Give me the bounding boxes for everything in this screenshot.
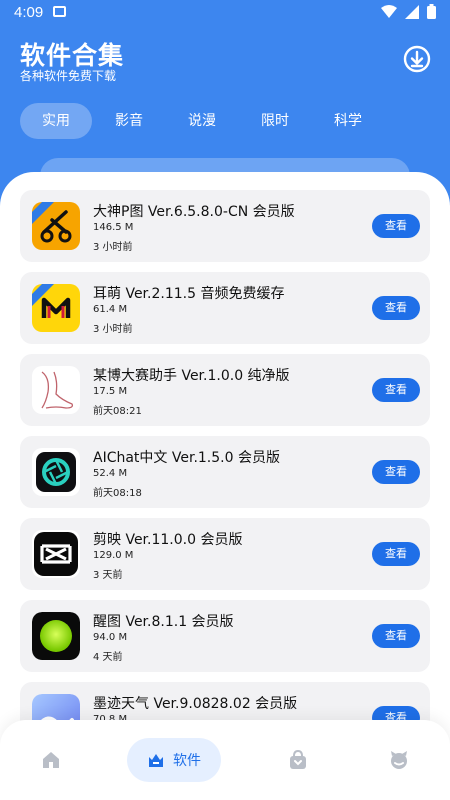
list-item[interactable]: AIChat中文 Ver.1.5.0 会员版 52.4 M 前天08:18 查看 [20,436,430,508]
aperture-icon [32,448,80,496]
status-icons [381,4,436,19]
app-name: 大神P图 Ver.6.5.8.0-CN 会员版 [93,204,295,220]
download-icon[interactable] [402,44,432,74]
view-button[interactable]: 查看 [372,460,420,484]
list-item[interactable]: 耳萌 Ver.2.11.5 音频免费缓存 61.4 M 3 小时前 查看 [20,272,430,344]
view-button[interactable]: 查看 [372,296,420,320]
list-item[interactable]: 醒图 Ver.8.1.1 会员版 94.0 M 4 天前 查看 [20,600,430,672]
app-subtitle: 各种软件免费下载 [20,69,117,83]
app-updated-time: 前天08:21 [93,406,142,417]
app-name: 耳萌 Ver.2.11.5 音频免费缓存 [93,286,285,302]
category-tabs: 实用 影音 说漫 限时 科学 [20,103,385,139]
capcut-icon [32,530,80,578]
tab-media[interactable]: 影音 [93,103,165,139]
tab-comics[interactable]: 说漫 [166,103,238,139]
app-size: 17.5 M [93,386,128,397]
app-list: 大神P图 Ver.6.5.8.0-CN 会员版 146.5 M 3 小时前 查看… [20,190,430,764]
app-name: 墨迹天气 Ver.9.0828.02 会员版 [93,696,298,712]
nav-software[interactable]: 软件 [127,738,221,782]
profile-icon [391,751,407,769]
list-item[interactable]: 大神P图 Ver.6.5.8.0-CN 会员版 146.5 M 3 小时前 查看 [20,190,430,262]
app-size: 94.0 M [93,632,128,643]
list-item[interactable]: 某博大赛助手 Ver.1.0.0 纯净版 17.5 M 前天08:21 查看 [20,354,430,426]
list-item[interactable]: 剪映 Ver.11.0.0 会员版 129.0 M 3 天前 查看 [20,518,430,590]
tab-limited[interactable]: 限时 [239,103,311,139]
app-size: 146.5 M [93,222,134,233]
nav-profile[interactable] [386,738,412,782]
app-name: 剪映 Ver.11.0.0 会员版 [93,532,243,548]
bag-icon [290,750,306,769]
gallery-notification-icon [53,6,66,17]
view-button[interactable]: 查看 [372,542,420,566]
wifi-icon [381,4,397,18]
app-updated-time: 前天08:18 [93,488,142,499]
tab-practical[interactable]: 实用 [20,103,92,139]
view-button[interactable]: 查看 [372,214,420,238]
crown-box-icon [149,754,163,767]
app-size: 129.0 M [93,550,134,561]
nav-software-label: 软件 [173,753,201,769]
view-button[interactable]: 查看 [372,378,420,402]
content-panel: 大神P图 Ver.6.5.8.0-CN 会员版 146.5 M 3 小时前 查看… [0,172,450,800]
app-size: 52.4 M [93,468,128,479]
app-name: AIChat中文 Ver.1.5.0 会员版 [93,450,280,466]
nav-bag[interactable] [285,738,311,782]
app-name: 某博大赛助手 Ver.1.0.0 纯净版 [93,368,290,384]
nav-home[interactable] [38,738,64,782]
battery-icon [427,4,436,19]
status-bar: 4:09 [0,0,450,26]
app-updated-time: 4 天前 [93,652,123,663]
signal-icon [405,4,419,19]
status-time: 4:09 [14,4,44,21]
scissors-icon [32,202,80,250]
app-updated-time: 3 天前 [93,570,123,581]
home-icon [43,752,59,768]
app-name: 醒图 Ver.8.1.1 会员版 [93,614,234,630]
app-size: 61.4 M [93,304,128,315]
tab-science[interactable]: 科学 [312,103,384,139]
green-orb-icon [32,612,80,660]
sketch-leg-icon [32,366,80,414]
app-updated-time: 3 小时前 [93,242,133,253]
app-updated-time: 3 小时前 [93,324,133,335]
view-button[interactable]: 查看 [372,624,420,648]
ermeng-m-icon [32,284,80,332]
bottom-navigation: 软件 [0,720,450,800]
